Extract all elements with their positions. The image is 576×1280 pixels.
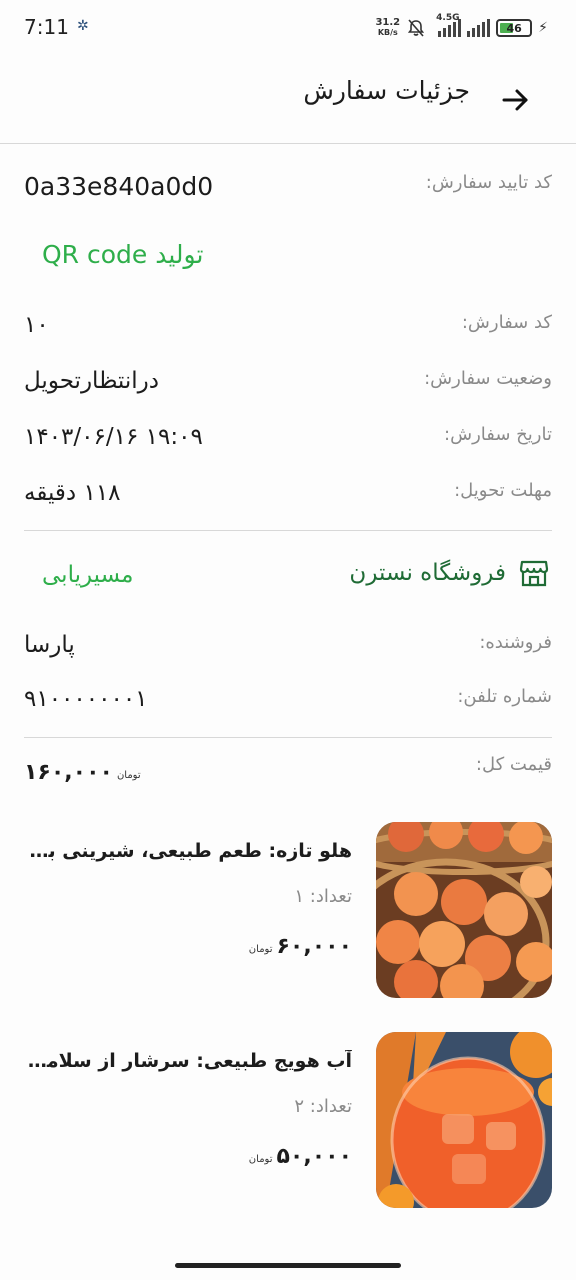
- order-code-row: کد سفارش: ۱۰: [24, 312, 552, 356]
- seller-value: پارسا: [24, 632, 75, 658]
- battery-level: 46: [506, 21, 522, 35]
- signal-icon: 4.5G: [436, 13, 462, 37]
- delivery-deadline-label: مهلت تحویل:: [454, 480, 552, 501]
- phone-value[interactable]: ۹۱۰۰۰۰۰۰۰۱: [24, 686, 148, 712]
- peach-photo: [376, 822, 552, 998]
- signal-icon-2: [467, 19, 491, 37]
- product-title: هلو تازه: طعم طبیعی، شیرینی بی‌نظیر: [22, 840, 352, 862]
- confirm-code-row: کد تایید سفارش: 0a33e840a0d0: [24, 172, 552, 216]
- order-code-value: ۱۰: [24, 312, 49, 338]
- phone-row: شماره تلفن: ۹۱۰۰۰۰۰۰۰۱: [24, 686, 552, 730]
- product-price: تومان ۵۰,۰۰۰: [249, 1144, 352, 1169]
- product-card[interactable]: هلو تازه: طعم طبیعی، شیرینی بی‌نظیر تعدا…: [22, 822, 552, 998]
- generate-qr-link[interactable]: تولید QR code: [42, 240, 203, 269]
- product-price-value: ۶۰,۰۰۰: [276, 934, 353, 959]
- product-price-value: ۵۰,۰۰۰: [276, 1144, 353, 1169]
- order-date-value: ۱۴۰۳/۰۶/۱۶ ۱۹:۰۹: [24, 424, 203, 450]
- order-status-value: درانتظارتحویل: [24, 368, 160, 394]
- divider: [24, 737, 552, 738]
- net-speed: 31.2 KB/s: [375, 18, 400, 38]
- status-bar: 7:11 ✲ 31.2 KB/s 4.5G 46 ⚡: [0, 0, 576, 56]
- phone-label: شماره تلفن:: [457, 686, 552, 707]
- currency-label: تومان: [116, 770, 141, 781]
- product-quantity: تعداد: ۲: [294, 1096, 352, 1117]
- back-arrow-icon[interactable]: [498, 82, 534, 118]
- total-label: قیمت کل:: [475, 754, 552, 775]
- charging-icon: ⚡: [538, 20, 548, 36]
- battery-icon: 46: [496, 19, 533, 37]
- product-price: تومان ۶۰,۰۰۰: [249, 934, 352, 959]
- app-bar: جزئیات سفارش: [0, 56, 576, 144]
- seller-row: فروشنده: پارسا: [24, 632, 552, 676]
- net-speed-unit: KB/s: [377, 28, 398, 37]
- confirm-code-value: 0a33e840a0d0: [24, 172, 214, 201]
- order-code-label: کد سفارش:: [461, 312, 552, 333]
- order-status-row: وضعیت سفارش: درانتظارتحویل: [24, 368, 552, 412]
- order-date-label: تاریخ سفارش:: [444, 424, 552, 445]
- order-status-label: وضعیت سفارش:: [424, 368, 552, 389]
- currency-label: تومان: [248, 944, 273, 955]
- divider: [24, 530, 552, 531]
- product-quantity: تعداد: ۱: [294, 886, 352, 907]
- bell-muted-icon: [408, 19, 425, 37]
- store-name[interactable]: فروشگاه نسترن: [349, 560, 506, 586]
- confirm-code-label: کد تایید سفارش:: [425, 172, 552, 193]
- route-link[interactable]: مسیریابی: [42, 562, 133, 588]
- settings-icon: ✲: [77, 18, 89, 34]
- carrot-juice-photo: [376, 1032, 552, 1208]
- home-indicator[interactable]: [175, 1263, 401, 1268]
- status-time: 7:11: [24, 15, 69, 39]
- product-title: آب هویج طبیعی: سرشار از سلامتی و انرژی: [22, 1050, 352, 1072]
- seller-label: فروشنده:: [479, 632, 552, 653]
- product-card[interactable]: آب هویج طبیعی: سرشار از سلامتی و انرژی ت…: [22, 1032, 552, 1208]
- total-price-value: ۱۶۰,۰۰۰: [24, 760, 113, 785]
- store-icon: [519, 560, 549, 587]
- total-price: ۱۶۰,۰۰۰ تومان: [24, 760, 141, 785]
- status-icons: 31.2 KB/s 4.5G 46 ⚡: [375, 13, 548, 40]
- network-type: 4.5G: [436, 13, 460, 23]
- page-title: جزئیات سفارش: [303, 76, 470, 105]
- delivery-deadline-row: مهلت تحویل: ۱۱۸ دقیقه: [24, 480, 552, 524]
- order-date-row: تاریخ سفارش: ۱۴۰۳/۰۶/۱۶ ۱۹:۰۹: [24, 424, 552, 468]
- delivery-deadline-value: ۱۱۸ دقیقه: [24, 480, 121, 506]
- net-speed-value: 31.2: [375, 17, 401, 28]
- currency-label: تومان: [248, 1154, 273, 1165]
